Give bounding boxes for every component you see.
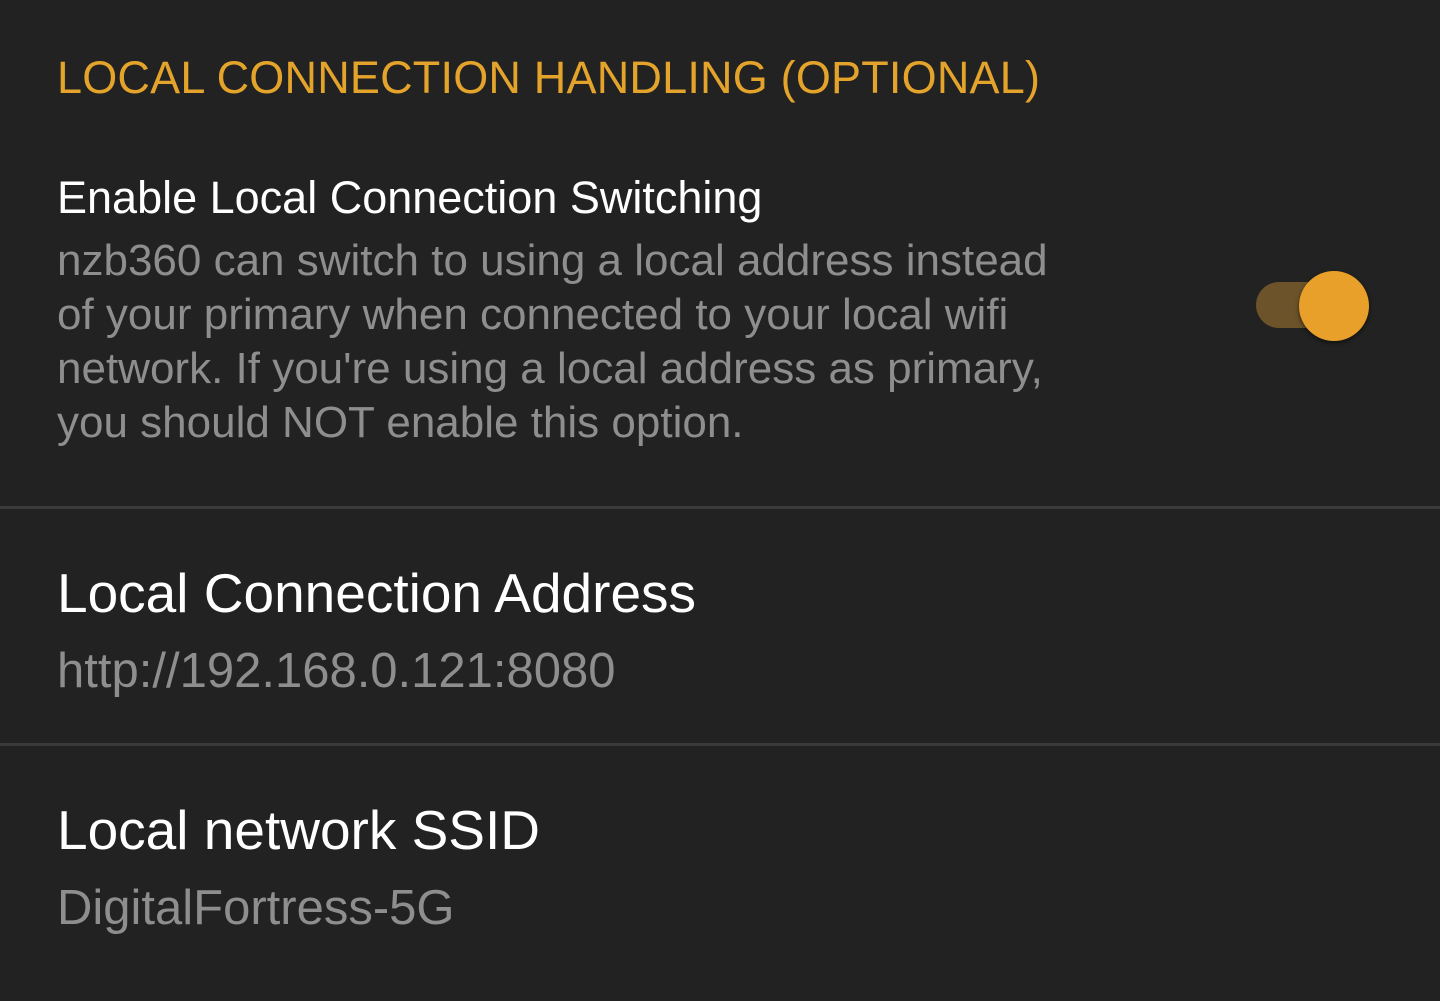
summary-line: you should NOT enable this option. xyxy=(57,398,744,447)
pref-enable-local-switching-title: Enable Local Connection Switching xyxy=(57,172,763,223)
pref-local-network-ssid-value: DigitalFortress-5G xyxy=(57,881,455,935)
pref-local-network-ssid-title: Local network SSID xyxy=(57,799,540,861)
pref-local-connection-address-title: Local Connection Address xyxy=(57,562,697,624)
pref-local-network-ssid[interactable]: Local network SSID DigitalFortress-5G xyxy=(0,746,1440,1001)
section-header: LOCAL CONNECTION HANDLING (OPTIONAL) xyxy=(57,52,1041,103)
pref-local-connection-address[interactable]: Local Connection Address http://192.168.… xyxy=(0,509,1440,743)
pref-local-connection-address-value: http://192.168.0.121:8080 xyxy=(57,644,616,698)
summary-line: network. If you're using a local address… xyxy=(57,344,1043,393)
toggle-thumb xyxy=(1299,271,1369,341)
summary-line: nzb360 can switch to using a local addre… xyxy=(57,236,1048,285)
pref-enable-local-switching[interactable]: Enable Local Connection Switching nzb360… xyxy=(0,150,1440,507)
local-switching-toggle[interactable] xyxy=(1255,270,1371,342)
summary-line: of your primary when connected to your l… xyxy=(57,290,1009,339)
pref-enable-local-switching-summary: nzb360 can switch to using a local addre… xyxy=(57,234,1048,450)
